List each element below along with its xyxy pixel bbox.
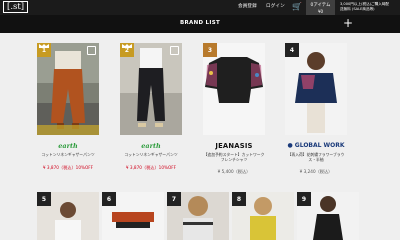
product-card[interactable]: 4 ● GLOBAL WORK 【再入荷】花刺繍フラワーブラウス・半袖 ¥ 3,… xyxy=(285,43,347,174)
product-image[interactable]: 3 xyxy=(203,43,265,135)
rank-badge: 2 xyxy=(120,43,134,57)
product-image[interactable]: 5 xyxy=(37,192,99,240)
rank-badge: 5 xyxy=(37,192,51,206)
favorite-icon[interactable] xyxy=(87,46,96,55)
top-bar: [.st] 会員登録 ログイン 🛒 0アイテム ¥0 3,000円以上(税込)ご… xyxy=(0,0,400,15)
brand-logo: earth xyxy=(58,142,78,150)
product-card[interactable]: 1 earth コットンリネンギャザーパンツ ¥ 3,870（税込）10%OFF xyxy=(37,43,99,173)
product-card[interactable]: 2 earth コットンリネンギャザーパンツ ¥ 3,870（税込）10%OFF xyxy=(120,43,182,173)
register-link[interactable]: 会員登録 xyxy=(238,3,257,9)
brand-list-bar: BRAND LIST + xyxy=(0,15,400,33)
product-name[interactable]: コットンリネンギャザーパンツ xyxy=(120,152,182,157)
cart-total: ¥0 xyxy=(317,9,324,14)
rank-badge: 7 xyxy=(167,192,181,206)
rank-badge: 1 xyxy=(37,43,51,57)
product-name[interactable]: コットンリネンギャザーパンツ xyxy=(37,152,99,157)
rank-badge: 3 xyxy=(203,43,217,57)
brand-logo: earth xyxy=(141,142,161,150)
product-card[interactable]: 9 xyxy=(297,192,359,240)
plus-icon[interactable]: + xyxy=(342,17,354,29)
product-name[interactable]: 【再入荷】花刺繍フラワーブラウス・半袖 xyxy=(285,152,347,162)
product-image[interactable]: 4 xyxy=(285,43,347,135)
product-card[interactable]: 5 xyxy=(37,192,99,240)
brand-logo: JEANASIS xyxy=(215,142,253,150)
product-card[interactable]: 8 xyxy=(232,192,294,240)
product-image[interactable]: 6 xyxy=(102,192,164,240)
favorite-icon[interactable] xyxy=(170,46,179,55)
product-card[interactable]: 7 xyxy=(167,192,229,240)
product-price: ¥ 5,400（税込） xyxy=(217,169,251,174)
product-card[interactable]: 6 xyxy=(102,192,164,240)
cart-item-count: 0アイテム xyxy=(310,3,331,8)
cart-summary[interactable]: 0アイテム ¥0 xyxy=(306,0,335,15)
product-image[interactable]: 9 xyxy=(297,192,359,240)
rank-badge: 9 xyxy=(297,192,311,206)
product-image[interactable]: 8 xyxy=(232,192,294,240)
product-price: ¥ 3,870（税込）10%OFF xyxy=(42,165,94,170)
cart-icon[interactable]: 🛒 xyxy=(292,2,302,12)
rank-badge: 8 xyxy=(232,192,246,206)
rank-badge: 4 xyxy=(285,43,299,57)
brand-logo: ● GLOBAL WORK xyxy=(287,142,345,149)
shipping-notice: 3,000円以上(税込)ご購入時配 送無料 (SALE商品等) xyxy=(340,2,390,11)
product-name[interactable]: 【追加予約スタート】カットワークフレンチシャツ xyxy=(203,152,265,162)
product-image[interactable]: 1 xyxy=(37,43,99,135)
rank-badge: 6 xyxy=(102,192,116,206)
product-card[interactable]: 3 JEANASIS 【追加予約スタート】カットワークフレンチシャツ ¥ 5,4… xyxy=(203,43,265,174)
product-price: ¥ 3,870（税込）10%OFF xyxy=(125,165,177,170)
page-title: BRAND LIST xyxy=(179,20,221,26)
login-link[interactable]: ログイン xyxy=(266,3,285,9)
product-image[interactable]: 7 xyxy=(167,192,229,240)
site-logo[interactable]: [.st] xyxy=(3,1,29,13)
product-price: ¥ 3,240（税込） xyxy=(299,169,333,174)
product-image[interactable]: 2 xyxy=(120,43,182,135)
